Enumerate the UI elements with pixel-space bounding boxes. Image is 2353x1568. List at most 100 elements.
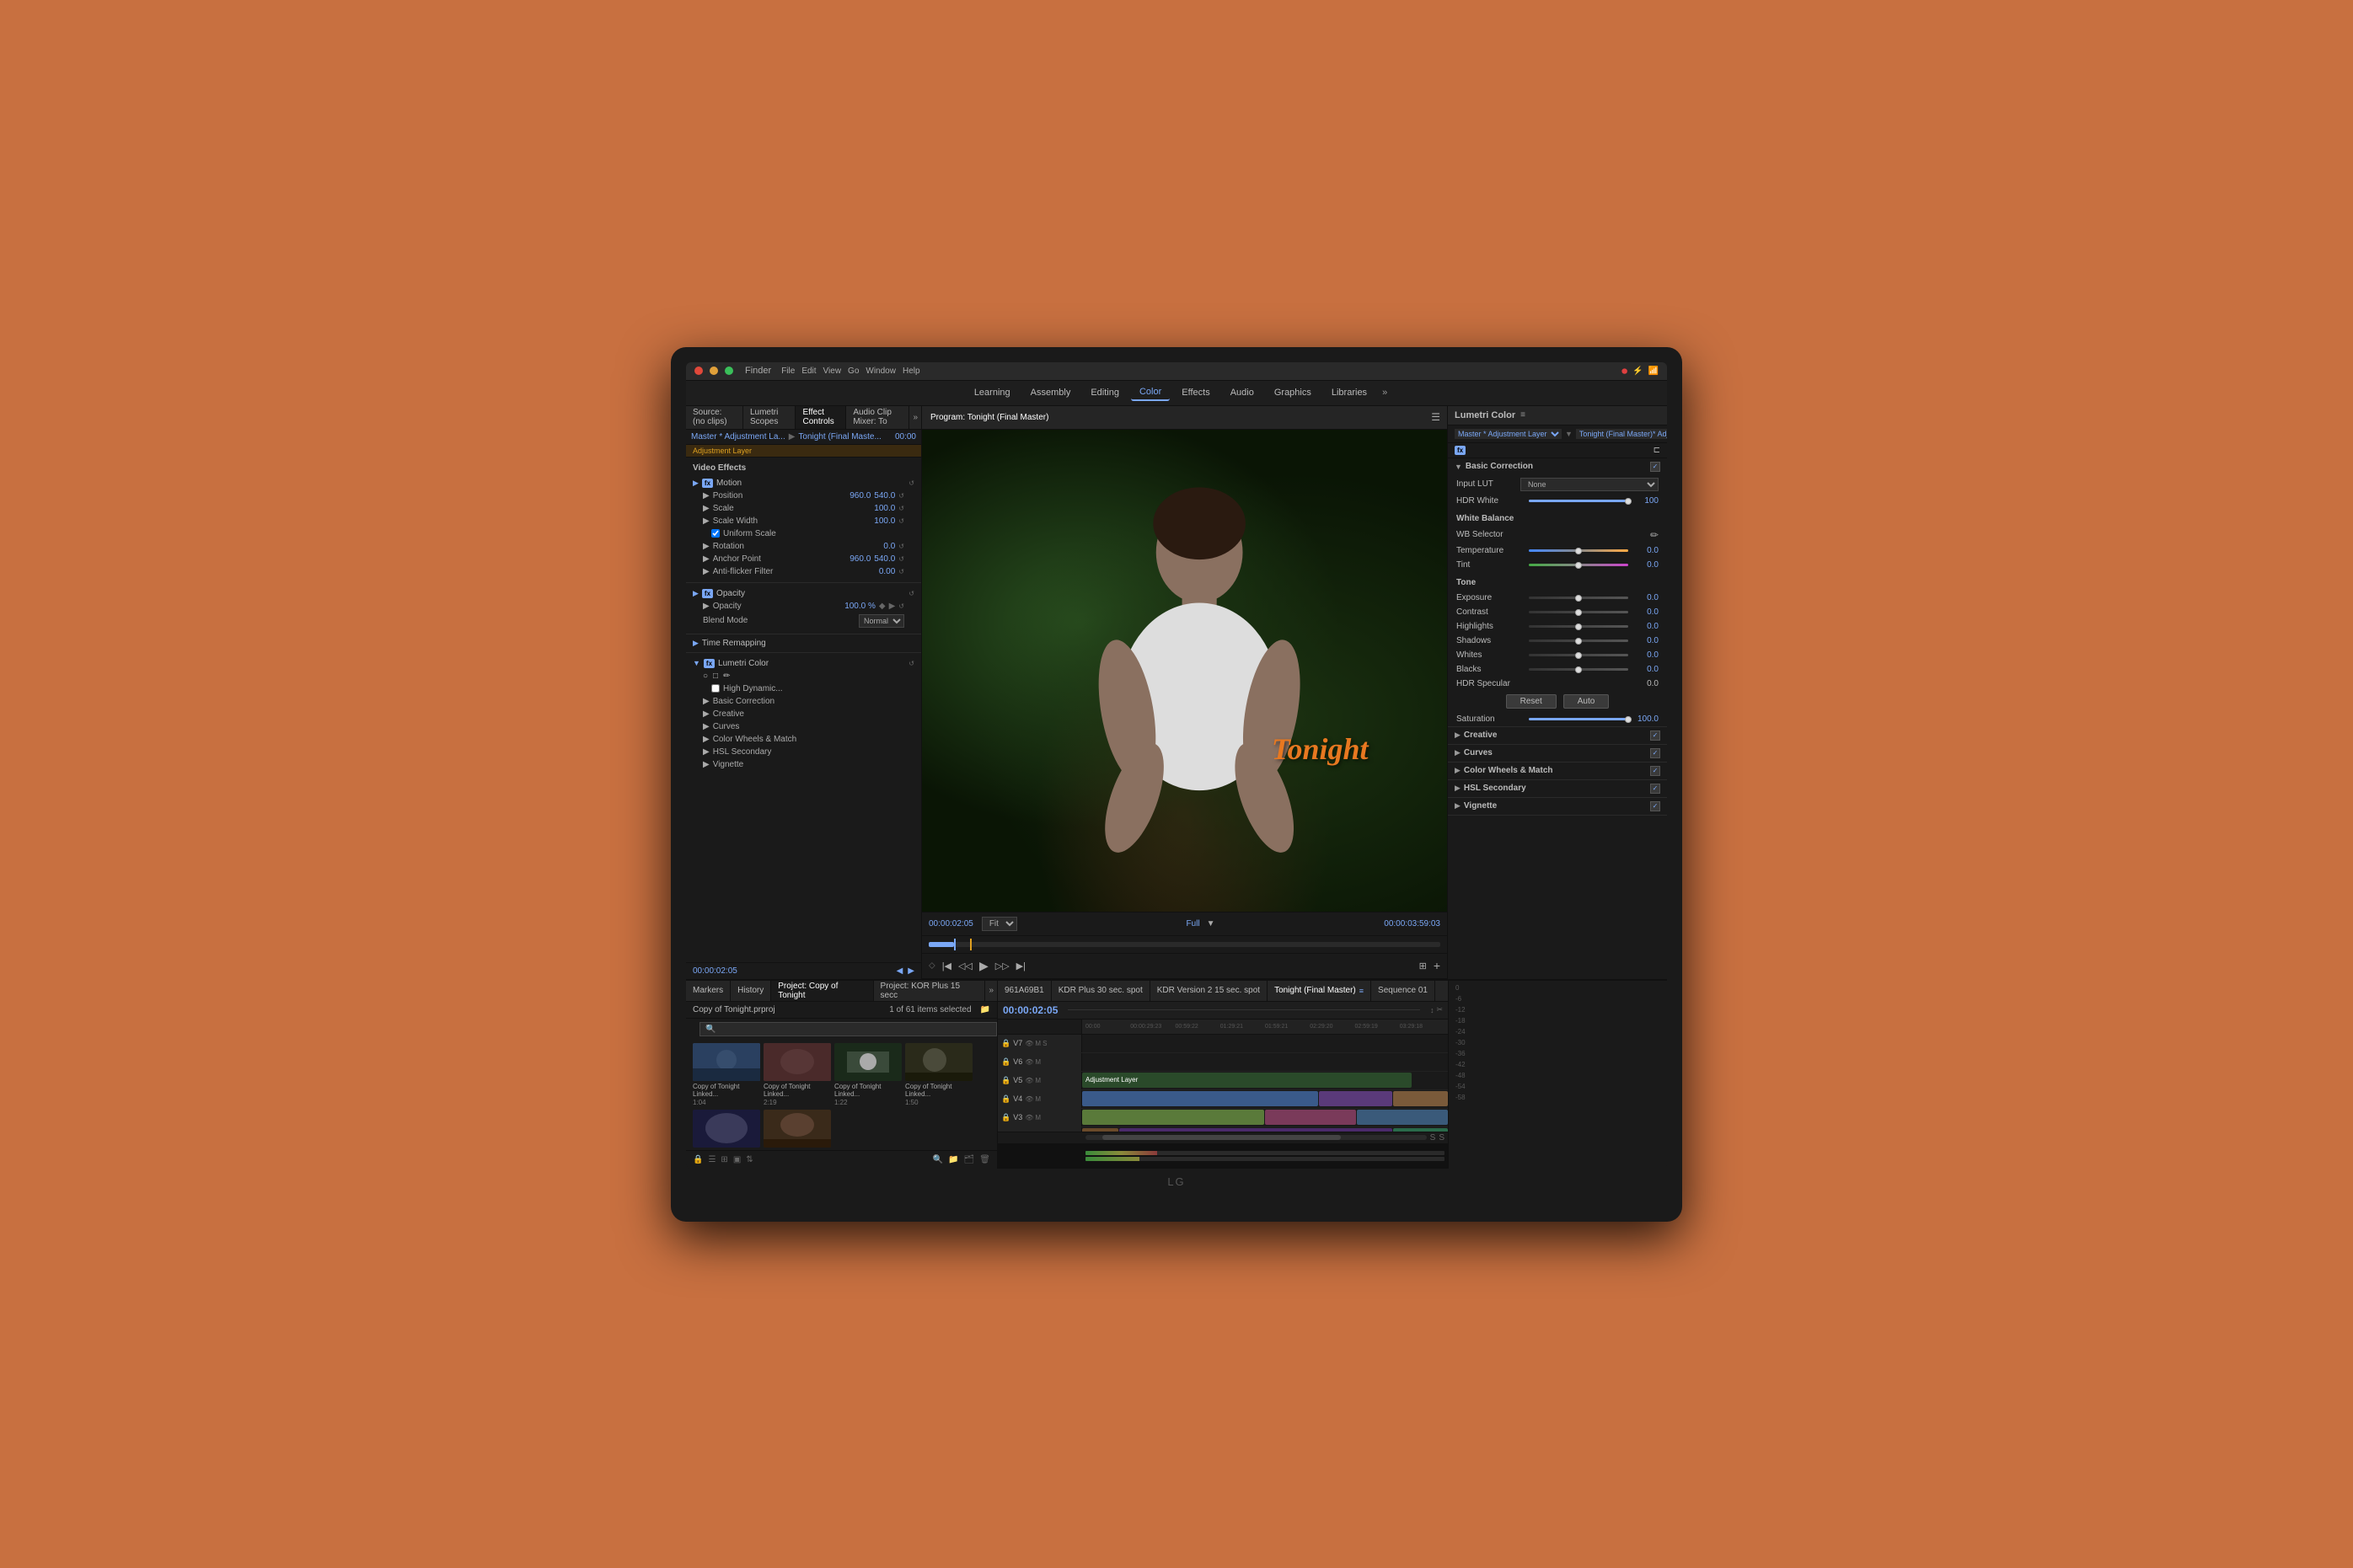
opacity-nav[interactable]: ▶ xyxy=(889,602,896,611)
timeline-scroll-thumb[interactable] xyxy=(1102,1135,1341,1140)
position-reset[interactable]: ↺ xyxy=(898,492,904,500)
mac-menu-edit[interactable]: Edit xyxy=(801,367,816,376)
project-search-input[interactable] xyxy=(699,1022,997,1036)
track-eye-v5[interactable]: 👁 xyxy=(1025,1077,1033,1084)
scale-width-toggle[interactable]: ▶ xyxy=(703,516,710,526)
nav-libraries[interactable]: Libraries xyxy=(1323,385,1375,400)
creative-checkbox[interactable]: ✓ xyxy=(1650,730,1660,741)
mac-menu-help[interactable]: Help xyxy=(903,367,920,376)
vignette-section[interactable]: ▶ Vignette ✓ xyxy=(1448,798,1667,816)
transport-step-fwd[interactable]: ▷▷ xyxy=(995,961,1010,971)
v2-clip-2[interactable] xyxy=(1119,1128,1392,1132)
transport-step-back[interactable]: ◁◁ xyxy=(958,961,973,971)
tab-lumetri-scopes[interactable]: Lumetri Scopes xyxy=(743,406,796,429)
new-item-icon[interactable]: 🗂 xyxy=(964,1155,975,1164)
delete-icon[interactable]: 🗑 xyxy=(979,1155,990,1164)
basic-correction-header[interactable]: ▼ Basic Correction ✓ xyxy=(1448,458,1667,475)
new-folder-icon[interactable]: 📁 xyxy=(948,1155,958,1164)
ec-timecode[interactable]: 00:00 xyxy=(895,432,916,442)
temperature-value[interactable]: 0.0 xyxy=(1633,546,1659,555)
anchor-y[interactable]: 540.0 xyxy=(874,554,895,564)
list-item[interactable]: Copy of Tonight Linked... 0:19 xyxy=(764,1110,831,1149)
scroll-s1[interactable]: S xyxy=(1430,1133,1436,1143)
tab-source[interactable]: Source: (no clips) xyxy=(686,406,743,429)
vignette-toggle[interactable]: ▶ xyxy=(703,760,710,769)
nav-editing[interactable]: Editing xyxy=(1082,385,1128,400)
track-m-v7[interactable]: M xyxy=(1035,1040,1041,1047)
hdr-specular-value[interactable]: 0.0 xyxy=(1633,679,1659,688)
creative-section[interactable]: ▶ Creative ✓ xyxy=(1448,727,1667,745)
exposure-slider[interactable] xyxy=(1529,597,1628,599)
opacity-sub-reset[interactable]: ↺ xyxy=(898,602,904,610)
highlights-slider[interactable] xyxy=(1529,625,1628,628)
basic-correction-toggle[interactable]: ▶ xyxy=(703,697,710,706)
grid-view-icon[interactable]: ⊞ xyxy=(721,1155,727,1164)
track-content-v3[interactable] xyxy=(1082,1109,1448,1126)
high-dynamic-checkbox[interactable] xyxy=(711,684,720,693)
project-folder-icon[interactable]: 📁 xyxy=(980,1005,990,1014)
project-tab-more[interactable]: » xyxy=(985,986,997,995)
nav-color[interactable]: Color xyxy=(1131,384,1170,401)
preview-program-tab[interactable]: Program: Tonight (Final Master) xyxy=(922,406,1057,429)
curves-toggle[interactable]: ▶ xyxy=(703,722,710,731)
timeline-tab-4[interactable]: Sequence 01 xyxy=(1371,981,1435,1001)
preview-progress-bar[interactable] xyxy=(929,942,1440,947)
anti-flicker-value[interactable]: 0.00 xyxy=(879,567,895,576)
shadows-value[interactable]: 0.0 xyxy=(1633,636,1659,645)
exposure-value[interactable]: 0.0 xyxy=(1633,593,1659,602)
motion-reset[interactable]: ↺ xyxy=(909,479,914,487)
lumetri-layer-select[interactable]: Master * Adjustment Layer xyxy=(1455,429,1562,439)
color-wheels-checkbox[interactable]: ✓ xyxy=(1650,766,1660,776)
transport-prev-edit[interactable]: |◀ xyxy=(942,961,951,971)
v2-clip-3[interactable] xyxy=(1393,1128,1448,1132)
vignette-checkbox[interactable]: ✓ xyxy=(1650,801,1660,811)
track-lock-v6[interactable]: 🔒 xyxy=(1001,1057,1010,1067)
hdr-white-value[interactable]: 100 xyxy=(1633,496,1659,506)
timeline-tab-0[interactable]: 961A69B1 xyxy=(998,981,1052,1001)
timeline-timecode[interactable]: 00:00:02:05 xyxy=(1003,1004,1058,1016)
list-item[interactable]: Copy of Tonight Linked... 2:19 xyxy=(764,1043,831,1107)
preview-quality-icon[interactable]: ▼ xyxy=(1207,919,1215,928)
nav-effects[interactable]: Effects xyxy=(1173,385,1218,400)
panel-nav-prev[interactable]: ◀ xyxy=(897,966,903,976)
saturation-value[interactable]: 100.0 xyxy=(1633,714,1659,724)
scale-width-reset[interactable]: ↺ xyxy=(898,517,904,525)
timeline-scroll-track[interactable] xyxy=(1085,1135,1427,1140)
reset-button[interactable]: Reset xyxy=(1506,694,1557,709)
transport-next-edit[interactable]: ▶| xyxy=(1016,961,1026,971)
track-content-v4[interactable] xyxy=(1082,1090,1448,1108)
transport-play[interactable]: ▶ xyxy=(979,959,989,973)
creative-sub[interactable]: ▶ Creative xyxy=(686,708,921,720)
panel-nav-next[interactable]: ▶ xyxy=(908,966,914,976)
hsl-toggle[interactable]: ▶ xyxy=(703,747,710,757)
sort-icon[interactable]: ⇅ xyxy=(746,1155,753,1164)
anti-flicker-toggle[interactable]: ▶ xyxy=(703,567,710,576)
rotation-reset[interactable]: ↺ xyxy=(898,543,904,550)
track-content-v5[interactable]: Adjustment Layer xyxy=(1082,1072,1448,1089)
shadows-slider[interactable] xyxy=(1529,640,1628,642)
tint-slider[interactable] xyxy=(1529,564,1628,566)
contrast-value[interactable]: 0.0 xyxy=(1633,607,1659,617)
panel-tab-more[interactable]: » xyxy=(909,413,921,422)
timeline-tab-2[interactable]: KDR Version 2 15 sec. spot xyxy=(1150,981,1268,1001)
list-item[interactable]: Copy of Tonight Linked... 1:04 xyxy=(693,1043,760,1107)
anchor-toggle[interactable]: ▶ xyxy=(703,554,710,564)
curves-checkbox[interactable]: ✓ xyxy=(1650,748,1660,758)
hsl-secondary-sub[interactable]: ▶ HSL Secondary xyxy=(686,746,921,758)
color-wheels-sub[interactable]: ▶ Color Wheels & Match xyxy=(686,733,921,746)
anti-flicker-reset[interactable]: ↺ xyxy=(898,568,904,575)
tab-effect-controls[interactable]: Effect Controls xyxy=(796,406,846,429)
tab-history[interactable]: History xyxy=(731,981,771,1001)
list-item[interactable]: Copy of Tonight Linked... 1:50 xyxy=(905,1043,973,1107)
nav-audio[interactable]: Audio xyxy=(1222,385,1262,400)
preview-settings-icon[interactable]: ☰ xyxy=(1424,411,1447,423)
basic-correction-sub[interactable]: ▶ Basic Correction xyxy=(686,695,921,708)
scale-width-value[interactable]: 100.0 xyxy=(874,516,895,526)
scroll-s2[interactable]: S xyxy=(1439,1133,1444,1143)
curves-section[interactable]: ▶ Curves ✓ xyxy=(1448,745,1667,763)
time-remap-toggle[interactable]: ▶ xyxy=(693,639,699,648)
opacity-keyframe[interactable]: ◆ xyxy=(879,602,886,611)
nav-graphics[interactable]: Graphics xyxy=(1266,385,1320,400)
highlights-value[interactable]: 0.0 xyxy=(1633,622,1659,631)
ec-header-label[interactable]: Master * Adjustment La... xyxy=(691,432,785,442)
